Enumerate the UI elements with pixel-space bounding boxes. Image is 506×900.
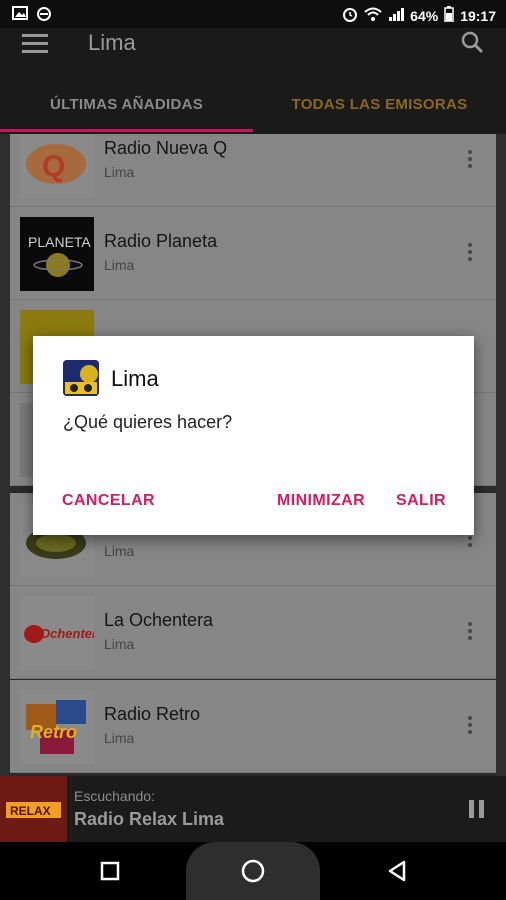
list-item[interactable]: Q Radio Nueva Q Lima	[10, 134, 496, 207]
status-bar: 64% 19:17	[0, 0, 506, 28]
more-vert-icon[interactable]	[468, 243, 472, 264]
now-playing-station: Radio Relax Lima	[74, 809, 225, 829]
exit-button[interactable]: SALIR	[396, 492, 446, 510]
cancel-button[interactable]: CANCELAR	[62, 492, 155, 510]
app-icon	[63, 360, 99, 396]
station-name: Radio Retro	[104, 704, 201, 724]
home-icon[interactable]	[241, 859, 265, 888]
station-name: Radio Planeta	[104, 231, 218, 251]
station-logo-text: Retro	[30, 722, 77, 742]
alarm-icon	[342, 6, 358, 25]
blocked-icon	[36, 6, 52, 25]
search-icon[interactable]	[460, 30, 484, 59]
station-logo: Q	[20, 134, 94, 198]
station-logo: Ochentera	[20, 596, 94, 670]
station-location: Lima	[104, 730, 135, 746]
list-margin-left	[0, 134, 10, 776]
list-item[interactable]: PLANETA Radio Planeta Lima	[10, 207, 496, 300]
page-title: Lima	[88, 30, 136, 55]
station-location: Lima	[104, 257, 135, 273]
now-playing-label: Escuchando:	[74, 788, 155, 804]
clock: 19:17	[460, 7, 496, 24]
more-vert-icon[interactable]	[468, 622, 472, 643]
menu-icon[interactable]	[22, 34, 48, 54]
station-logo-text: Q	[42, 150, 65, 183]
now-playing-logo: RELAX	[0, 776, 67, 842]
minimize-button[interactable]: MINIMIZAR	[277, 492, 365, 510]
wifi-icon	[364, 7, 382, 24]
action-dialog: Lima ¿Qué quieres hacer? CANCELAR MINIMI…	[33, 336, 474, 535]
tab-bar: ÚLTIMAS AÑADIDAS TODAS LAS EMISORAS	[0, 92, 506, 134]
signal-icon	[388, 7, 405, 24]
now-playing-bar[interactable]: RELAX Escuchando: Radio Relax Lima	[0, 776, 506, 842]
more-vert-icon[interactable]	[468, 716, 472, 737]
app-bar: Lima ÚLTIMAS AÑADIDAS TODAS LAS EMISORAS	[0, 28, 506, 134]
list-item[interactable]: Retro Radio Retro Lima	[10, 680, 496, 773]
list-margin-right	[496, 134, 506, 776]
station-name: Radio Nueva Q	[104, 138, 228, 158]
station-location: Lima	[104, 164, 135, 180]
recents-icon[interactable]	[100, 861, 120, 886]
dialog-message: ¿Qué quieres hacer?	[63, 412, 233, 432]
system-nav-bar	[0, 842, 506, 900]
station-location: Lima	[104, 636, 135, 652]
station-logo-text: Ochentera	[40, 626, 94, 641]
list-item[interactable]: Ochentera La Ochentera Lima	[10, 586, 496, 679]
now-playing-logo-text: RELAX	[10, 804, 51, 818]
gallery-icon	[12, 6, 28, 25]
more-vert-icon[interactable]	[468, 150, 472, 171]
pause-icon[interactable]	[469, 800, 485, 818]
tab-latest-added[interactable]: ÚLTIMAS AÑADIDAS	[0, 92, 253, 134]
back-icon[interactable]	[386, 860, 408, 887]
station-logo: Retro	[20, 690, 94, 764]
station-logo-text: PLANETA	[28, 234, 91, 250]
tab-all-stations[interactable]: TODAS LAS EMISORAS	[253, 92, 506, 134]
station-name: La Ochentera	[104, 610, 214, 630]
station-location: Lima	[104, 543, 135, 559]
battery-icon	[444, 6, 454, 25]
dialog-title: Lima	[111, 366, 159, 391]
station-logo: PLANETA	[20, 217, 94, 291]
battery-level: 64%	[410, 7, 439, 24]
